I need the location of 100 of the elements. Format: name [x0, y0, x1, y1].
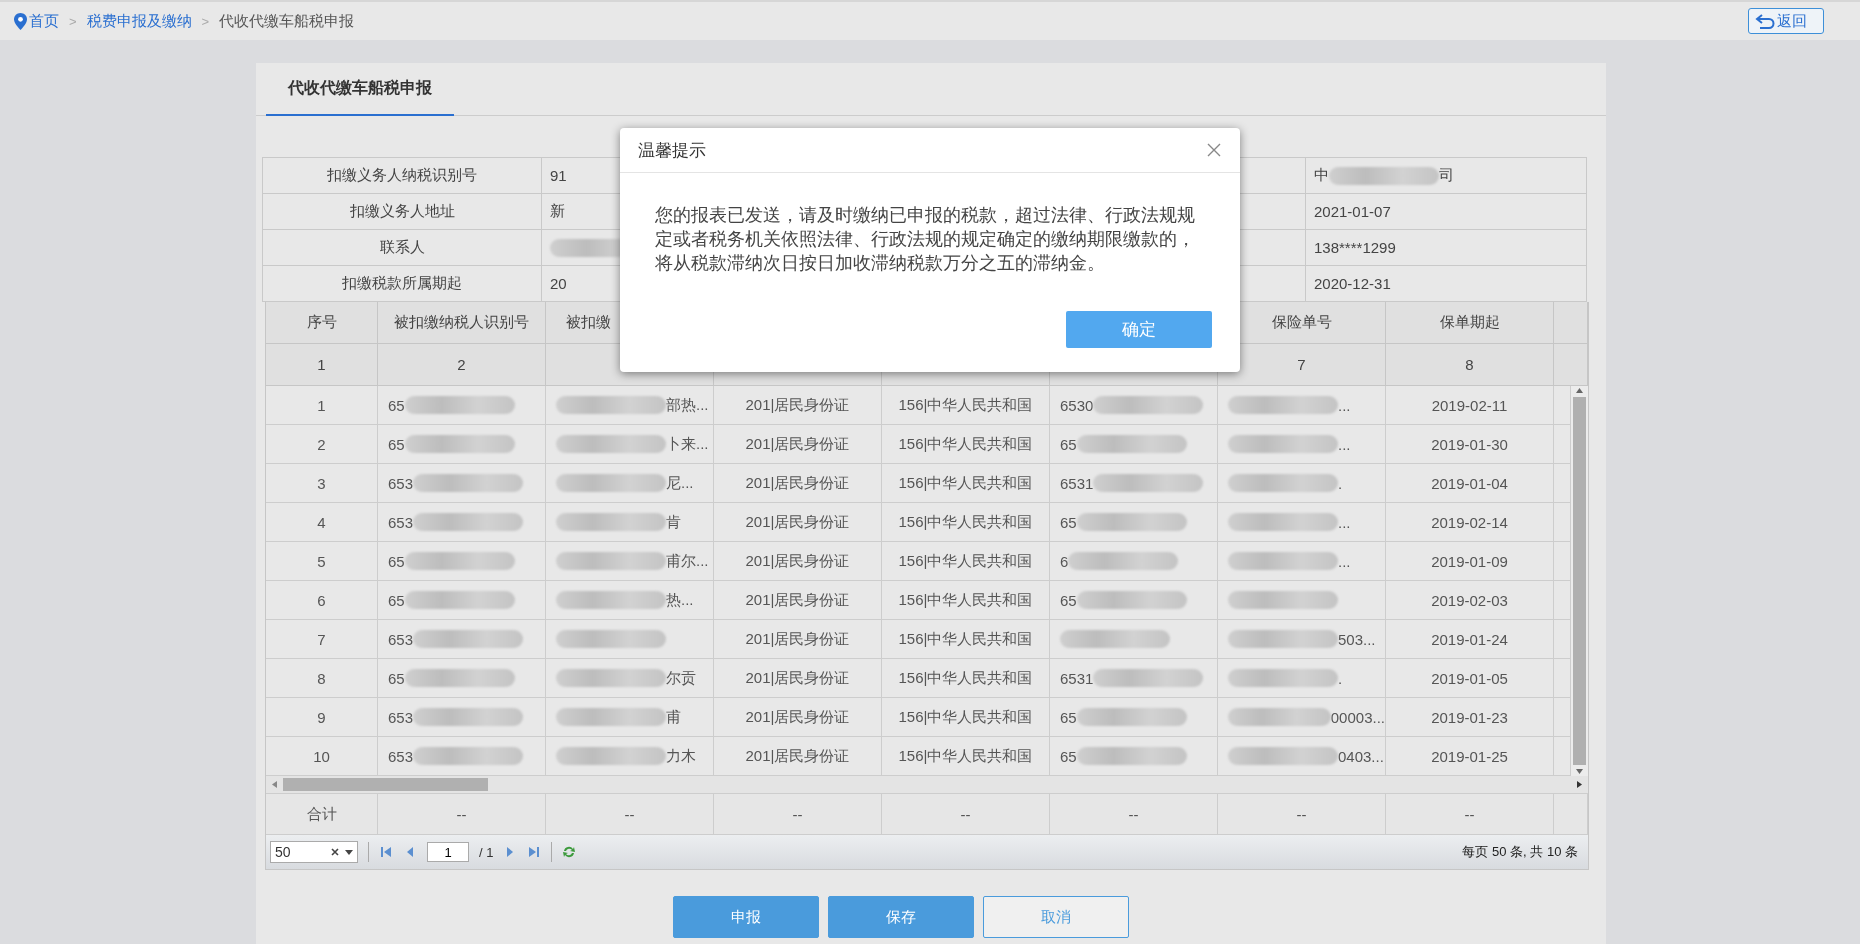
table-cell: .	[1218, 659, 1386, 698]
table-cell: 3	[266, 464, 378, 503]
table-cell: 65	[1050, 425, 1218, 464]
column-number: 1	[266, 344, 378, 386]
table-cell: 201|居民身份证	[714, 503, 882, 542]
first-page-icon[interactable]	[379, 845, 393, 859]
table-cell: 65	[378, 659, 546, 698]
table-cell: 2019-02-03	[1386, 581, 1554, 620]
confirm-button[interactable]: 确定	[1066, 311, 1212, 348]
table-cell: 65	[1050, 581, 1218, 620]
table-cell: 65	[1050, 698, 1218, 737]
table-cell: 503...	[1218, 620, 1386, 659]
vertical-scrollbar[interactable]	[1571, 386, 1588, 776]
breadcrumb-link[interactable]: 税费申报及缴纳	[86, 11, 192, 31]
table-cell: 尼...	[546, 464, 714, 503]
location-pin-icon	[14, 12, 27, 30]
table-cell: 尔贡	[546, 659, 714, 698]
table-cell: 156|中华人民共和国	[882, 542, 1050, 581]
caret-icon[interactable]	[345, 848, 353, 856]
table-cell: 653	[378, 698, 546, 737]
back-button[interactable]: 返回	[1748, 8, 1824, 34]
table-cell: 2019-01-05	[1386, 659, 1554, 698]
table-cell: ...	[1218, 425, 1386, 464]
table-cell: 4	[266, 503, 378, 542]
close-icon[interactable]	[1206, 142, 1222, 158]
return-arrow-icon	[1755, 13, 1775, 29]
table-cell: 甫	[546, 698, 714, 737]
table-cell: 6	[1050, 542, 1218, 581]
scrollbar-thumb[interactable]	[1573, 397, 1586, 765]
field-value: 2021-01-07	[1305, 193, 1587, 230]
table-cell: 00003...	[1218, 698, 1386, 737]
table-cell: 201|居民身份证	[714, 659, 882, 698]
table-cell: 卜来...	[546, 425, 714, 464]
table-cell: 201|居民身份证	[714, 386, 882, 425]
horizontal-scrollbar[interactable]	[266, 776, 1588, 794]
table-cell: 201|居民身份证	[714, 464, 882, 503]
cancel-button[interactable]: 取消	[983, 896, 1129, 938]
table-cell: 6530	[1050, 386, 1218, 425]
last-page-icon[interactable]	[527, 845, 542, 859]
tab[interactable]: 代收代缴车船税申报	[266, 63, 454, 116]
table-cell: ...	[1218, 542, 1386, 581]
field-value: 138****1299	[1305, 229, 1587, 266]
table-cell: ...	[1218, 503, 1386, 542]
table-cell: 653	[378, 464, 546, 503]
table-cell: 156|中华人民共和国	[882, 581, 1050, 620]
table-cell: 156|中华人民共和国	[882, 464, 1050, 503]
table-cell: 0403...	[1218, 737, 1386, 776]
clear-icon[interactable]	[331, 848, 339, 856]
table-cell: 156|中华人民共和国	[882, 698, 1050, 737]
table-cell: 653	[378, 620, 546, 659]
breadcrumb-separator: >	[69, 13, 77, 29]
breadcrumb-current: 代收代缴车船税申报	[219, 11, 355, 31]
table-cell: 156|中华人民共和国	[882, 659, 1050, 698]
table-cell: 6531	[1050, 659, 1218, 698]
page-summary: 每页 50 条, 共 10 条	[1462, 843, 1578, 861]
column-number: 2	[378, 344, 546, 386]
table-cell: 156|中华人民共和国	[882, 503, 1050, 542]
table-cell: 2019-01-23	[1386, 698, 1554, 737]
action-button[interactable]: 保存	[828, 896, 974, 938]
table-cell: ...	[1218, 386, 1386, 425]
table-cell: 65	[378, 581, 546, 620]
column-number: 8	[1386, 344, 1554, 386]
refresh-icon[interactable]	[562, 845, 577, 859]
breadcrumb-separator: >	[201, 13, 210, 29]
table-cell: 65	[378, 425, 546, 464]
table-cell: 201|居民身份证	[714, 698, 882, 737]
table-cell: 156|中华人民共和国	[882, 386, 1050, 425]
scrollbar-thumb[interactable]	[283, 778, 488, 791]
table-cell: 201|居民身份证	[714, 542, 882, 581]
page-input[interactable]: 1	[427, 842, 469, 862]
table-cell: 2019-01-24	[1386, 620, 1554, 659]
table-cell: 热...	[546, 581, 714, 620]
breadcrumb-link[interactable]: 首页	[29, 11, 59, 31]
field-label: 扣缴税款所属期起	[262, 265, 542, 302]
scroll-left-icon[interactable]	[270, 780, 279, 789]
table-cell: .	[1218, 464, 1386, 503]
table-cell: 力木	[546, 737, 714, 776]
action-button[interactable]: 申报	[673, 896, 819, 938]
field-label: 扣缴义务人地址	[262, 193, 542, 230]
table-cell: 部热...	[546, 386, 714, 425]
table-cell: 9	[266, 698, 378, 737]
table-cell: 156|中华人民共和国	[882, 425, 1050, 464]
table-cell: 201|居民身份证	[714, 581, 882, 620]
table-cell: 156|中华人民共和国	[882, 620, 1050, 659]
table-cell: 65	[1050, 737, 1218, 776]
table-cell: 65	[378, 542, 546, 581]
table-cell: 65	[1050, 503, 1218, 542]
table-cell: 8	[266, 659, 378, 698]
scroll-right-icon[interactable]	[1575, 780, 1584, 789]
table-cell: 2019-02-14	[1386, 503, 1554, 542]
field-label: 扣缴义务人纳税识别号	[262, 157, 542, 194]
table-cell: 2019-01-09	[1386, 542, 1554, 581]
page-size-select[interactable]: 50	[270, 841, 358, 863]
table-cell: 6531	[1050, 464, 1218, 503]
table-cell: 6	[266, 581, 378, 620]
field-label: 联系人	[262, 229, 542, 266]
table-cell: 201|居民身份证	[714, 620, 882, 659]
table-cell: 201|居民身份证	[714, 425, 882, 464]
table-cell: 1	[266, 386, 378, 425]
table-cell: 653	[378, 503, 546, 542]
